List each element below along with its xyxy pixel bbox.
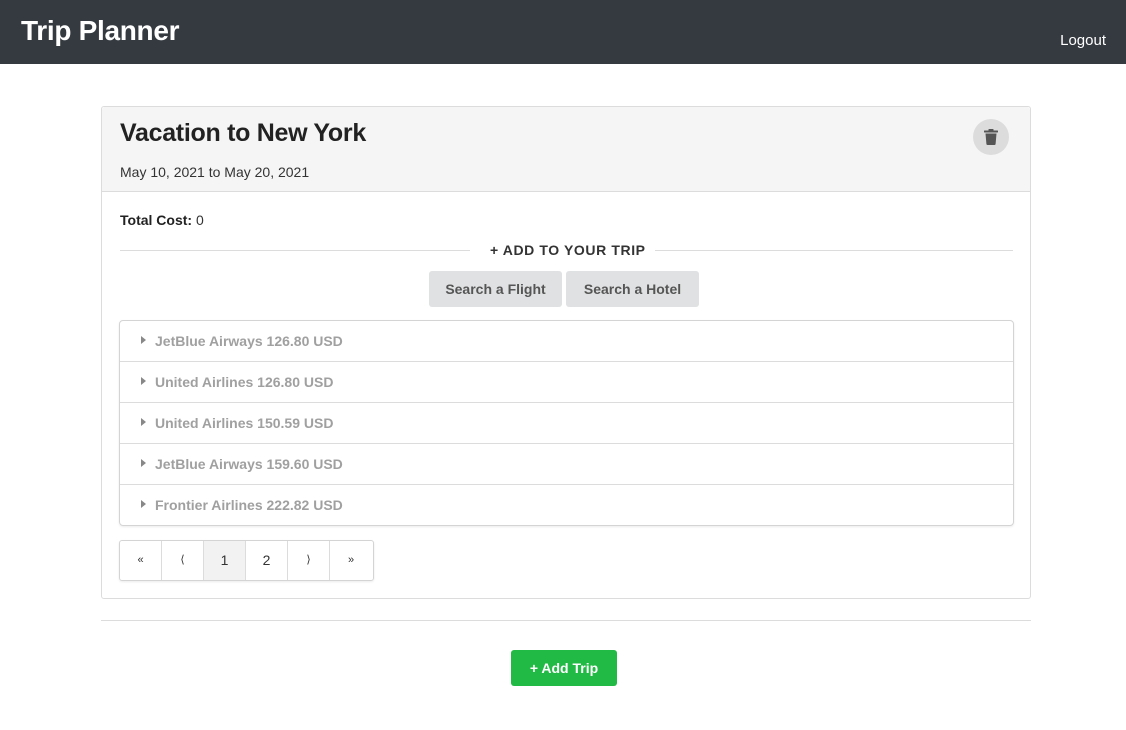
search-hotel-button[interactable]: Search a Hotel bbox=[566, 271, 699, 307]
page-2-button[interactable]: 2 bbox=[246, 541, 288, 580]
app-title: Trip Planner bbox=[21, 15, 180, 46]
flight-result-item[interactable]: JetBlue Airways 159.60 USD bbox=[120, 444, 1013, 485]
trip-card: Vacation to New York May 10, 2021 to May… bbox=[101, 106, 1031, 599]
divider-line-right bbox=[655, 250, 1013, 251]
search-flight-button[interactable]: Search a Flight bbox=[429, 271, 562, 307]
total-cost-value: 0 bbox=[195, 212, 204, 228]
flight-result-item[interactable]: United Airlines 150.59 USD bbox=[120, 403, 1013, 444]
add-to-trip-divider: + ADD TO YOUR TRIP bbox=[120, 240, 1013, 260]
trip-header: Vacation to New York May 10, 2021 to May… bbox=[102, 107, 1030, 192]
navbar: Trip Planner Logout bbox=[0, 0, 1126, 64]
pagination: « ⟨ 1 2 ⟩ » bbox=[119, 540, 374, 581]
trip-dates: May 10, 2021 to May 20, 2021 bbox=[120, 164, 310, 180]
caret-right-icon bbox=[141, 500, 146, 508]
flight-result-item[interactable]: Frontier Airlines 222.82 USD bbox=[120, 485, 1013, 526]
flight-result-label: Frontier Airlines 222.82 USD bbox=[155, 497, 343, 513]
page-1-button[interactable]: 1 bbox=[204, 541, 246, 580]
flight-result-item[interactable]: United Airlines 126.80 USD bbox=[120, 362, 1013, 403]
flight-results-list: JetBlue Airways 126.80 USD United Airlin… bbox=[119, 320, 1014, 526]
logout-link[interactable]: Logout bbox=[1060, 32, 1106, 49]
next-page-button[interactable]: ⟩ bbox=[288, 541, 330, 580]
last-page-button[interactable]: » bbox=[330, 541, 372, 580]
caret-right-icon bbox=[141, 418, 146, 426]
divider-line-left bbox=[120, 250, 470, 251]
flight-result-label: United Airlines 150.59 USD bbox=[155, 415, 334, 431]
prev-page-button[interactable]: ⟨ bbox=[162, 541, 204, 580]
first-page-button[interactable]: « bbox=[120, 541, 162, 580]
add-to-trip-heading: + ADD TO YOUR TRIP bbox=[490, 242, 646, 258]
trash-icon bbox=[984, 129, 998, 145]
delete-trip-button[interactable] bbox=[973, 119, 1009, 155]
caret-right-icon bbox=[141, 459, 146, 467]
caret-right-icon bbox=[141, 336, 146, 344]
total-cost-label: Total Cost: bbox=[120, 212, 193, 228]
flight-result-label: United Airlines 126.80 USD bbox=[155, 374, 334, 390]
flight-result-item[interactable]: JetBlue Airways 126.80 USD bbox=[120, 321, 1013, 362]
trip-title: Vacation to New York bbox=[120, 119, 366, 147]
section-divider bbox=[101, 620, 1031, 621]
caret-right-icon bbox=[141, 377, 146, 385]
add-trip-button[interactable]: + Add Trip bbox=[511, 650, 617, 686]
flight-result-label: JetBlue Airways 126.80 USD bbox=[155, 333, 343, 349]
flight-result-label: JetBlue Airways 159.60 USD bbox=[155, 456, 343, 472]
total-cost: Total Cost: 0 bbox=[120, 212, 204, 228]
